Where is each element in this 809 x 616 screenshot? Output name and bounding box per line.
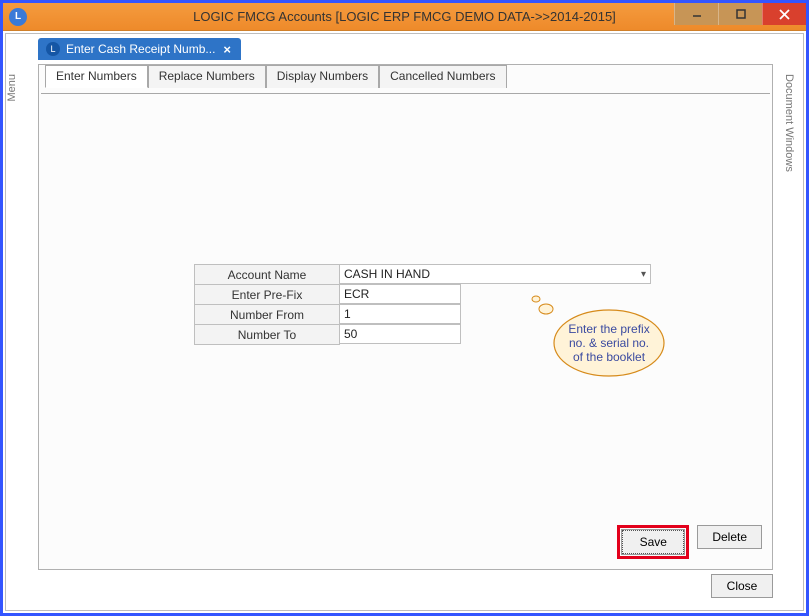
tab-underline [41, 93, 770, 94]
number-from-value: 1 [344, 307, 351, 321]
minimize-button[interactable] [674, 3, 718, 25]
document-tab[interactable]: L Enter Cash Receipt Numb... × [38, 38, 241, 60]
footer-buttons: Close [711, 574, 773, 598]
row-number-to: Number To 50 [194, 325, 651, 345]
save-highlight: Save [617, 525, 689, 559]
callout-line3: of the booklet [573, 350, 646, 364]
label-number-from: Number From [194, 304, 340, 325]
input-number-from[interactable]: 1 [339, 304, 461, 324]
titlebar: L LOGIC FMCG Accounts [LOGIC ERP FMCG DE… [3, 3, 806, 31]
workarea: Menu Document Windows L Enter Cash Recei… [5, 33, 804, 611]
maximize-button[interactable] [718, 3, 762, 25]
app-window: L LOGIC FMCG Accounts [LOGIC ERP FMCG DE… [3, 3, 806, 613]
form-area: Account Name CASH IN HAND ▾ Enter Pre-Fi… [194, 265, 651, 345]
panel-buttons: Save Delete [617, 525, 762, 559]
label-number-to: Number To [194, 324, 340, 345]
delete-button[interactable]: Delete [697, 525, 762, 549]
tab-enter-numbers[interactable]: Enter Numbers [45, 65, 148, 88]
input-prefix[interactable]: ECR [339, 284, 461, 304]
window-close-button[interactable] [762, 3, 806, 25]
prefix-value: ECR [344, 287, 369, 301]
number-to-value: 50 [344, 327, 357, 341]
row-number-from: Number From 1 [194, 305, 651, 325]
chevron-down-icon: ▾ [641, 269, 646, 280]
main-panel: Enter Numbers Replace Numbers Display Nu… [38, 64, 773, 570]
inner-tabs: Enter Numbers Replace Numbers Display Nu… [45, 64, 772, 88]
tab-replace-numbers[interactable]: Replace Numbers [148, 65, 266, 88]
document-tab-label: Enter Cash Receipt Numb... [66, 42, 215, 56]
window-controls [674, 3, 806, 25]
close-icon [779, 9, 790, 20]
label-account-name: Account Name [194, 264, 340, 285]
row-account-name: Account Name CASH IN HAND ▾ [194, 265, 651, 285]
document-windows-side-label[interactable]: Document Windows [775, 74, 795, 172]
save-button[interactable]: Save [622, 530, 684, 554]
maximize-icon [736, 9, 746, 19]
input-account-name[interactable]: CASH IN HAND ▾ [339, 264, 651, 284]
tab-cancelled-numbers[interactable]: Cancelled Numbers [379, 65, 506, 88]
input-number-to[interactable]: 50 [339, 324, 461, 344]
minimize-icon [692, 9, 702, 19]
menu-side-label[interactable]: Menu [6, 74, 26, 102]
document-tab-icon: L [46, 42, 60, 56]
document-tab-bar: L Enter Cash Receipt Numb... × [38, 38, 241, 60]
close-button[interactable]: Close [711, 574, 773, 598]
app-icon: L [9, 8, 27, 26]
row-prefix: Enter Pre-Fix ECR [194, 285, 651, 305]
tab-display-numbers[interactable]: Display Numbers [266, 65, 379, 88]
document-tab-close-icon[interactable]: × [221, 42, 233, 57]
account-name-value: CASH IN HAND [344, 267, 430, 281]
label-prefix: Enter Pre-Fix [194, 284, 340, 305]
